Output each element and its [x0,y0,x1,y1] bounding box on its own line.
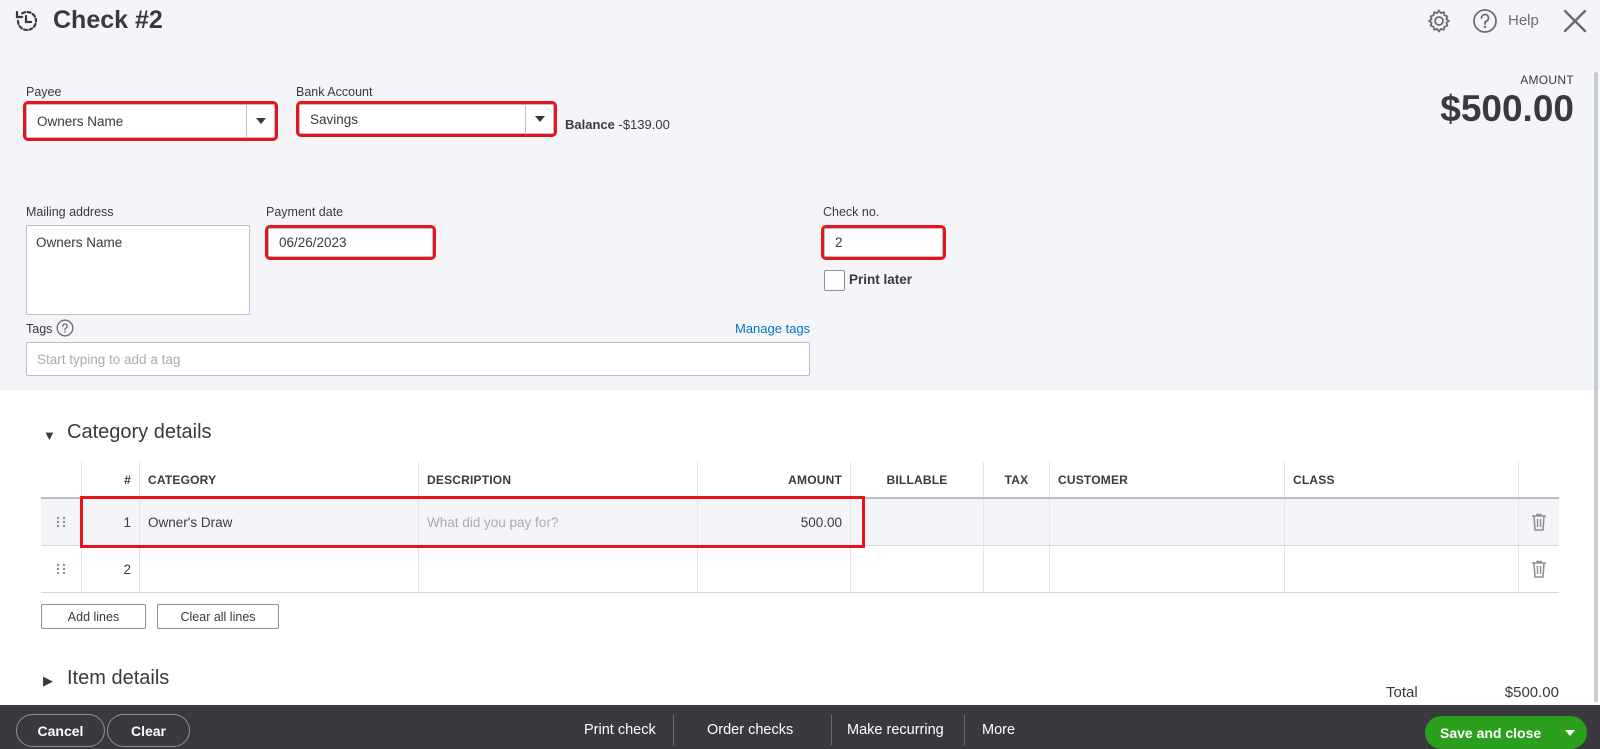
manage-tags-link[interactable]: Manage tags [735,321,810,336]
drag-column-header [41,462,82,497]
tags-placeholder: Start typing to add a tag [37,351,181,367]
amount-value: $500.00 [1440,88,1574,129]
payee-dropdown-button[interactable] [246,105,274,137]
question-icon[interactable] [56,319,74,337]
footer-divider [673,715,674,745]
check-no-field[interactable]: 2 [821,225,946,260]
billable-cell[interactable] [851,546,984,592]
clear-all-lines-button[interactable]: Clear all lines [157,604,279,629]
column-header-num: # [82,462,140,497]
trash-column-header [1519,462,1559,497]
column-header-description: DESCRIPTION [419,462,698,497]
trash-icon [1532,560,1546,578]
total-value: $500.00 [1504,684,1559,701]
bank-dropdown-button[interactable] [525,105,553,133]
check-no-value: 2 [835,235,843,250]
description-cell[interactable] [419,546,698,592]
footer-divider [964,715,965,745]
billable-cell[interactable] [851,499,984,545]
payment-date-label: Payment date [266,205,344,219]
print-later-label: Print later [849,272,913,287]
bank-account-value: Savings [310,111,359,127]
delete-row-button[interactable] [1519,546,1559,592]
drag-handle[interactable] [41,499,82,545]
column-header-billable: BILLABLE [851,462,984,497]
collapse-triangle-icon[interactable]: ▼ [43,428,56,443]
header: Check #2 Help [0,0,1600,44]
add-lines-button[interactable]: Add lines [41,604,146,629]
payment-date-value: 06/26/2023 [279,235,347,250]
chevron-down-icon [534,116,545,122]
footer-divider [831,715,832,745]
payment-date-field[interactable]: 06/26/2023 [265,225,436,260]
print-later-checkbox[interactable] [824,270,845,291]
trash-icon [1532,513,1546,531]
balance-label: Balance [565,117,615,132]
drag-handle-icon [56,516,66,528]
column-header-class: CLASS [1285,462,1519,497]
expand-triangle-icon[interactable]: ▶ [43,673,53,689]
column-header-tax: TAX [984,462,1050,497]
bank-account-select[interactable]: Savings [296,101,557,137]
class-cell[interactable] [1285,546,1519,592]
mailing-address-field[interactable]: Owners Name [26,225,250,315]
mailing-address-value: Owners Name [36,235,123,250]
row-number: 2 [82,546,140,592]
category-cell[interactable] [140,546,419,592]
page-title: Check #2 [53,6,163,34]
column-header-amount: AMOUNT [698,462,851,497]
cancel-button[interactable]: Cancel [16,714,105,747]
customer-cell[interactable] [1050,546,1285,592]
bank-account-label: Bank Account [296,85,373,99]
column-header-category: CATEGORY [140,462,419,497]
drag-handle[interactable] [41,546,82,592]
chevron-down-icon [255,118,266,124]
footer-bar: Cancel Clear Print check Order checks Ma… [0,705,1600,749]
category-details-title[interactable]: Category details [67,421,212,444]
tax-cell[interactable] [984,546,1050,592]
amount-label: AMOUNT [1520,73,1574,87]
payee-label: Payee [26,85,62,99]
item-details-title[interactable]: Item details [67,667,169,690]
check-no-label: Check no. [823,205,880,219]
chevron-down-icon[interactable] [1565,730,1575,736]
history-icon[interactable] [12,7,40,35]
class-cell[interactable] [1285,499,1519,545]
table-header: # CATEGORY DESCRIPTION AMOUNT BILLABLE T… [41,462,1559,499]
help-icon[interactable] [1472,8,1498,34]
gear-icon[interactable] [1426,8,1452,34]
customer-cell[interactable] [1050,499,1285,545]
table-row[interactable]: 2 [41,546,1559,593]
save-and-close-button[interactable]: Save and close [1425,716,1587,749]
more-link[interactable]: More [982,722,1015,738]
amount-cell[interactable] [698,546,851,592]
close-icon[interactable] [1562,8,1588,34]
total-label: Total [1386,684,1418,701]
save-and-close-label: Save and close [1440,724,1542,741]
scrollbar[interactable] [1594,72,1598,702]
mailing-address-label: Mailing address [26,205,114,219]
delete-row-button[interactable] [1519,499,1559,545]
row-highlight-box [80,496,865,548]
tags-label: Tags [26,322,53,336]
help-link[interactable]: Help [1508,12,1539,29]
balance-text: Balance -$139.00 [565,117,670,132]
clear-button[interactable]: Clear [107,714,190,747]
column-header-customer: CUSTOMER [1050,462,1285,497]
payee-select[interactable]: Owners Name [23,101,278,141]
order-checks-link[interactable]: Order checks [707,722,793,738]
balance-value: -$139.00 [618,117,670,132]
make-recurring-link[interactable]: Make recurring [847,722,944,738]
tags-input[interactable]: Start typing to add a tag [26,342,810,376]
payee-value: Owners Name [37,113,124,129]
tax-cell[interactable] [984,499,1050,545]
drag-handle-icon [56,563,66,575]
print-check-link[interactable]: Print check [584,722,656,738]
